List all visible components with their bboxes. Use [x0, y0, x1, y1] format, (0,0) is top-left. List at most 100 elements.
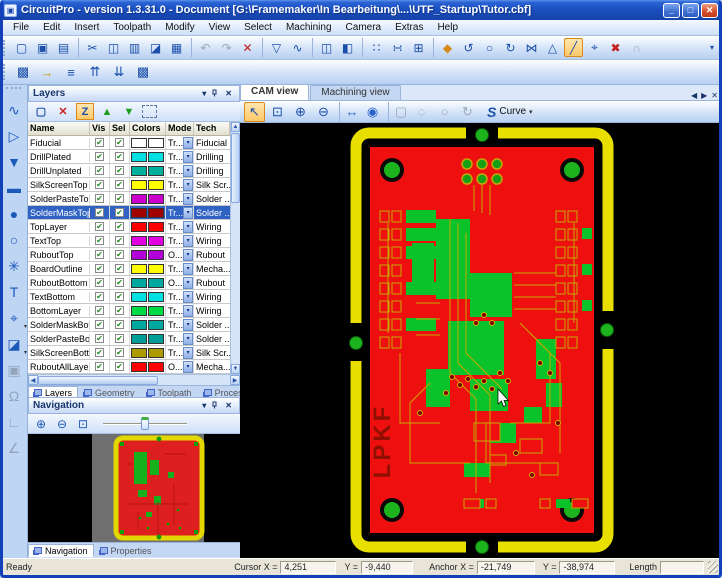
column-header[interactable]: Mode [166, 122, 194, 135]
minimize-button[interactable]: _ [663, 2, 680, 18]
layer-color-swatch[interactable] [148, 291, 164, 302]
pin-icon[interactable] [209, 401, 222, 411]
mode-combobox[interactable]: Tr... ▾ [166, 178, 194, 191]
scrollbar-thumb[interactable] [38, 375, 158, 385]
redo-icon[interactable]: ↷ [217, 38, 236, 57]
chevron-down-icon[interactable]: ▾ [183, 276, 193, 289]
chevron-down-icon[interactable]: ▾ [183, 360, 193, 373]
visible-checkbox[interactable]: ✔ [95, 348, 104, 357]
delete-zero-icon[interactable]: ✖ [606, 38, 625, 57]
layer-color-swatch[interactable] [131, 165, 147, 176]
chevron-down-icon[interactable]: ▾ [183, 304, 193, 317]
layer-up-icon[interactable]: ▲ [98, 103, 116, 120]
layer-color-swatch[interactable] [131, 151, 147, 162]
print-icon[interactable]: ▦ [167, 38, 186, 57]
cut-icon[interactable]: ✂ [78, 38, 102, 57]
view-tab[interactable]: CAM view [240, 84, 310, 100]
align-icon[interactable]: ∷ [362, 38, 386, 57]
nav-fit-icon[interactable]: ⊡ [74, 416, 92, 432]
tab-close-icon[interactable]: ✕ [711, 91, 718, 100]
copy-icon[interactable]: ◫ [104, 38, 123, 57]
layer-color-swatch[interactable] [131, 207, 147, 218]
layer-color-swatch[interactable] [148, 221, 164, 232]
layer-color-swatch[interactable] [131, 221, 147, 232]
title-bar[interactable]: ▣ CircuitPro - version 1.3.31.0 - Docume… [0, 0, 722, 20]
lasso-select-icon[interactable]: ○ [434, 102, 455, 122]
mode-combobox[interactable]: Tr... ▾ [166, 262, 194, 275]
chevron-down-icon[interactable]: ▾ [183, 234, 193, 247]
measure-icon[interactable]: ╱ [564, 38, 583, 57]
camera-image-icon[interactable]: ▣ ▾ [1, 357, 27, 383]
selectable-checkbox[interactable]: ✔ [115, 208, 124, 217]
pin-icon[interactable] [209, 89, 222, 99]
menu-item[interactable]: Insert [67, 21, 106, 34]
layers-horizontal-scrollbar[interactable]: ◀ ▶ [28, 374, 240, 385]
layer-row[interactable]: SilkScreenTop ✔ ✔ Tr... ▾ Silk Scr... [28, 178, 240, 192]
layer-color-swatch[interactable] [131, 319, 147, 330]
chevron-down-icon[interactable]: ▾ [183, 332, 193, 345]
close-button[interactable]: ✕ [701, 2, 718, 18]
layer-row[interactable]: BoardOutline ✔ ✔ Tr... ▾ Mecha... [28, 262, 240, 276]
visible-checkbox[interactable]: ✔ [95, 138, 104, 147]
draw-circle-icon[interactable]: ○ ▾ [1, 227, 27, 253]
layer-color-swatch[interactable] [148, 319, 164, 330]
layer-color-swatch[interactable] [131, 347, 147, 358]
zoom-slider[interactable] [103, 416, 187, 431]
column-header[interactable]: Name [28, 122, 90, 135]
layer-color-swatch[interactable] [148, 151, 164, 162]
scroll-left-icon[interactable]: ◀ [28, 375, 38, 385]
layer-color-swatch[interactable] [131, 179, 147, 190]
layer-color-swatch[interactable] [131, 333, 147, 344]
chevron-down-icon[interactable]: ▾ [183, 220, 193, 233]
draw-closed-polygon-icon[interactable]: ▼ ▾ [1, 149, 27, 175]
curve-tool-dropdown[interactable]: S Curve ▾ [487, 104, 533, 120]
move-tool-icon[interactable]: ⌖ ▾ [1, 305, 27, 331]
grab-tool-icon[interactable]: ◉ [362, 102, 383, 122]
selectable-checkbox[interactable]: ✔ [115, 306, 124, 315]
process-wizard-icon[interactable]: ▩ [132, 62, 154, 83]
draw-circle-filled-icon[interactable]: ● ▾ [1, 201, 27, 227]
visible-checkbox[interactable]: ✔ [95, 194, 104, 203]
layer-row[interactable]: SolderPasteTop ✔ ✔ Tr... ▾ Solder ... [28, 192, 240, 206]
menu-item[interactable]: File [6, 21, 36, 34]
paste-icon[interactable]: ▥ [125, 38, 144, 57]
mode-combobox[interactable]: O... ▾ [166, 248, 194, 261]
open-file-icon[interactable]: ▣ [33, 38, 52, 57]
group-select-icon[interactable]: ◌ [411, 102, 432, 122]
layer-color-swatch[interactable] [148, 193, 164, 204]
zoom-in-tool-icon[interactable]: ⊕ [290, 102, 311, 122]
rotate-ccw-icon[interactable]: ↺ [459, 38, 478, 57]
layer-row[interactable]: DrillUnplated ✔ ✔ Tr... ▾ Drilling [28, 164, 240, 178]
layer-row[interactable]: TextBottom ✔ ✔ Tr... ▾ Wiring [28, 290, 240, 304]
layer-row[interactable]: SolderMaskBottom ✔ ✔ Tr... ▾ Solder ... [28, 318, 240, 332]
layer-row[interactable]: RuboutAllLayer ✔ ✔ O... ▾ Mecha... [28, 360, 240, 374]
menu-item[interactable]: Help [430, 21, 465, 34]
panel-tab[interactable]: Navigation [28, 544, 94, 557]
toolbar-grip[interactable] [3, 64, 7, 80]
import-icon[interactable]: → [36, 62, 58, 83]
panel-close-icon[interactable]: ✕ [222, 401, 235, 410]
toolbar-grip[interactable] [3, 39, 7, 56]
selectable-checkbox[interactable]: ✔ [115, 180, 124, 189]
layer-row[interactable]: RuboutBottom ✔ ✔ O... ▾ Rubout [28, 276, 240, 290]
draw-path-icon[interactable]: ∿ [288, 38, 307, 57]
mode-combobox[interactable]: O... ▾ [166, 360, 194, 373]
fill-tool-icon[interactable]: ◆ [433, 38, 457, 57]
flip-icon[interactable]: △ [543, 38, 562, 57]
layer-down-icon[interactable]: ▼ [120, 103, 138, 120]
selectable-checkbox[interactable]: ✔ [115, 152, 124, 161]
paste-special-icon[interactable]: ◪ [146, 38, 165, 57]
layer-color-swatch[interactable] [148, 249, 164, 260]
selectable-checkbox[interactable]: ✔ [115, 194, 124, 203]
column-header[interactable]: Colors [130, 122, 166, 135]
menu-item[interactable]: Toolpath [106, 21, 158, 34]
layer-color-swatch[interactable] [148, 165, 164, 176]
layer-color-swatch[interactable] [131, 263, 147, 274]
navigation-preview[interactable] [28, 434, 240, 542]
toolbar-grip[interactable] [6, 87, 21, 95]
visible-checkbox[interactable]: ✔ [95, 278, 104, 287]
new-document-icon[interactable]: ▢ [12, 38, 31, 57]
visible-checkbox[interactable]: ✔ [95, 180, 104, 189]
rotate-cw-icon[interactable]: ↻ [501, 38, 520, 57]
layer-color-swatch[interactable] [131, 137, 147, 148]
